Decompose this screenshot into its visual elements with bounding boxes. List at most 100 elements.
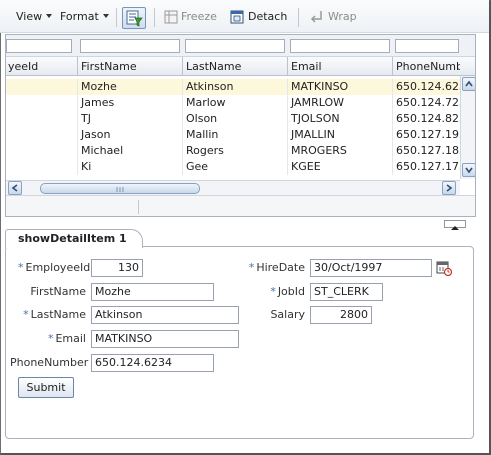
cell-lastname: Olson	[182, 111, 287, 127]
cell-firstname: Michael	[77, 143, 182, 159]
hiredate-label: * HireDate	[236, 259, 305, 277]
query-by-example-icon	[126, 10, 143, 27]
column-header-email[interactable]: Email	[287, 57, 392, 76]
filter-input-phonenumber[interactable]	[395, 39, 459, 53]
grip-icon	[116, 187, 124, 192]
salary-field[interactable]: 2800	[310, 306, 372, 324]
view-menu[interactable]: View	[16, 9, 53, 25]
firstname-field[interactable]: Mozhe	[91, 283, 214, 301]
employees-table: yeeId FirstName LastName Email PhoneNumb…	[5, 34, 476, 217]
column-header-employeeid[interactable]: yeeId	[6, 57, 77, 76]
filter-input-employeeid[interactable]	[6, 39, 72, 53]
required-marker: *	[270, 285, 276, 298]
cell-email: KGEE	[287, 159, 392, 175]
table-toolbar: View Format Freeze Detach Wrap	[0, 0, 489, 33]
query-by-example-filter-row	[6, 35, 475, 57]
freeze-button[interactable]: Freeze	[181, 9, 217, 25]
freeze-icon	[164, 10, 178, 24]
status-bar-divider	[138, 200, 139, 214]
horizontal-scrollbar[interactable]	[6, 180, 460, 195]
wrap-label: Wrap	[328, 10, 357, 23]
email-field[interactable]: MATKINSO	[91, 330, 239, 348]
tab-showdetailitem-label: showDetailItem 1	[18, 232, 127, 245]
cell-phonenumber: 650.124.823	[392, 111, 460, 127]
lastname-label: * LastName	[18, 306, 86, 324]
scrollbar-thumb[interactable]	[40, 183, 200, 194]
cell-email: JAMRLOW	[287, 95, 392, 111]
email-label: * Email	[18, 330, 86, 348]
format-chevron-down-icon	[102, 14, 109, 18]
required-marker: *	[18, 261, 24, 274]
detach-button[interactable]: Detach	[248, 9, 287, 25]
required-marker: *	[47, 332, 54, 345]
column-header-firstname[interactable]: FirstName	[77, 57, 182, 76]
employeeid-label: * EmployeeId	[18, 259, 90, 277]
required-marker: *	[248, 261, 255, 274]
toolbar-divider	[116, 8, 117, 27]
cell-firstname: Jason	[77, 127, 182, 143]
splitter-collapse-handle[interactable]	[444, 220, 466, 230]
table-row[interactable]: James Marlow JAMRLOW 650.124.723	[6, 95, 475, 111]
cell-phonenumber: 650.127.183	[392, 143, 460, 159]
table-row[interactable]: TJ Olson TJOLSON 650.124.823	[6, 111, 475, 127]
chevron-down-icon	[465, 167, 473, 174]
cell-lastname: Rogers	[182, 143, 287, 159]
cell-lastname: Mallin	[182, 127, 287, 143]
format-menu-label: Format	[60, 10, 99, 23]
format-menu[interactable]: Format	[60, 9, 109, 25]
lastname-label-text: LastName	[30, 308, 86, 321]
wrap-button[interactable]: Wrap	[328, 9, 357, 25]
cell-employeeid	[6, 111, 77, 127]
table-row[interactable]: Jason Mallin JMALLIN 650.127.193	[6, 127, 475, 143]
filter-input-lastname[interactable]	[185, 39, 285, 53]
phonenumber-label: PhoneNumber	[10, 356, 89, 369]
query-by-example-button[interactable]	[122, 7, 146, 29]
cell-email: TJOLSON	[287, 111, 392, 127]
filter-input-email[interactable]	[290, 39, 390, 53]
table-header-row: yeeId FirstName LastName Email PhoneNumb…	[6, 57, 475, 76]
table-row[interactable]: Mozhe Atkinson MATKINSO 650.124.623	[6, 79, 475, 95]
hiredate-field[interactable]: 30/Oct/1997	[310, 259, 432, 277]
cell-email: MROGERS	[287, 143, 392, 159]
cell-employeeid	[6, 143, 77, 159]
table-row[interactable]: Ki Gee KGEE 650.127.173	[6, 159, 475, 175]
cell-phonenumber: 650.124.723	[392, 95, 460, 111]
cell-phonenumber: 650.127.193	[392, 127, 460, 143]
cell-lastname: Marlow	[182, 95, 287, 111]
phonenumber-field[interactable]: 650.124.6234	[91, 354, 214, 372]
cell-firstname: Mozhe	[77, 79, 182, 95]
table-row[interactable]: Michael Rogers MROGERS 650.127.183	[6, 143, 475, 159]
toolbar-divider	[154, 8, 155, 27]
cell-employeeid	[6, 127, 77, 143]
employeeid-field[interactable]: 130	[91, 259, 143, 277]
scroll-left-button[interactable]	[8, 181, 22, 195]
column-header-lastname[interactable]: LastName	[182, 57, 287, 76]
scroll-right-button[interactable]	[442, 181, 456, 195]
view-menu-label: View	[16, 10, 43, 23]
jobid-field[interactable]: ST_CLERK	[310, 283, 383, 301]
vertical-scrollbar[interactable]	[460, 76, 475, 179]
freeze-label: Freeze	[181, 10, 217, 23]
filter-input-firstname[interactable]	[80, 39, 180, 53]
calendar-icon[interactable]	[436, 260, 452, 276]
cell-phonenumber: 650.127.173	[392, 159, 460, 175]
cell-lastname: Gee	[182, 159, 287, 175]
submit-button[interactable]: Submit	[18, 377, 74, 398]
cell-email: MATKINSO	[287, 79, 392, 95]
jobid-label: * JobId	[236, 283, 305, 301]
employeeid-label-text: EmployeeId	[25, 261, 91, 274]
email-label-text: Email	[55, 332, 86, 345]
chevron-left-icon	[11, 184, 18, 192]
lastname-field[interactable]: Atkinson	[91, 306, 239, 324]
cell-employeeid	[6, 159, 77, 175]
cell-phonenumber: 650.124.623	[392, 79, 460, 95]
scroll-down-button[interactable]	[462, 163, 475, 177]
detach-label: Detach	[248, 10, 288, 23]
column-header-phonenumber[interactable]: PhoneNumbe	[392, 57, 460, 76]
scroll-up-button[interactable]	[462, 77, 475, 91]
required-marker: *	[23, 308, 29, 321]
chevron-up-icon	[465, 80, 473, 87]
salary-label: Salary	[270, 308, 305, 321]
cell-email: JMALLIN	[287, 127, 392, 143]
cell-employeeid	[6, 95, 77, 111]
